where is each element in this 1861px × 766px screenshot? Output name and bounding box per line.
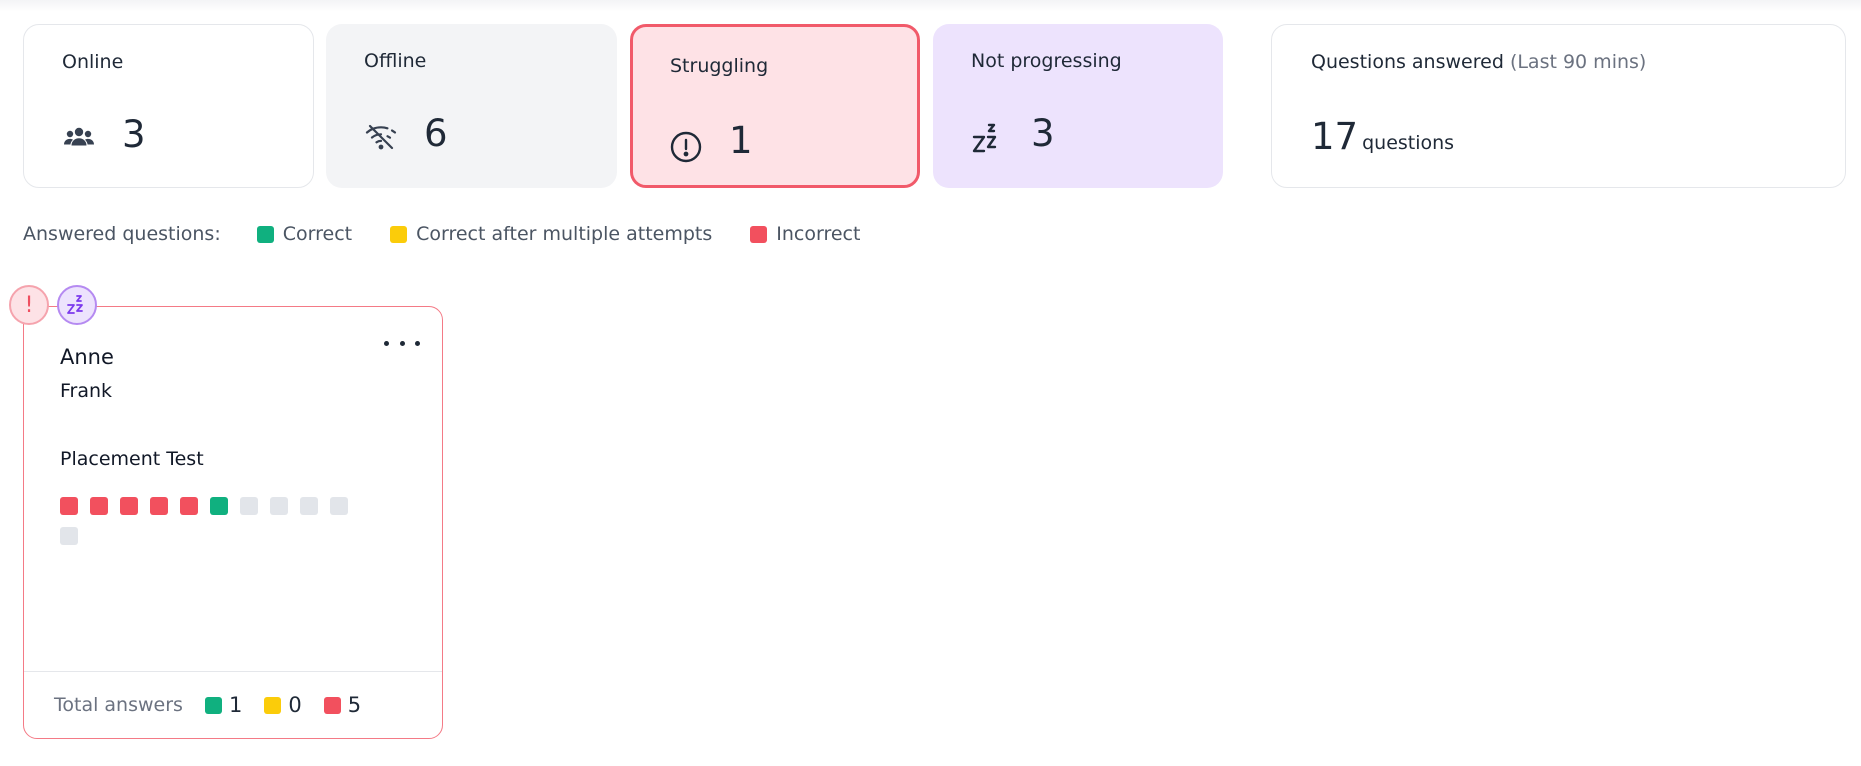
incorrect-swatch [323,696,341,714]
incorrect-swatch [750,225,768,243]
partial-swatch [390,225,408,243]
question-status-incorrect[interactable] [150,497,168,515]
questions-count: 17 [1311,115,1359,158]
struggling-label: Struggling [670,55,769,77]
struggling-count: 1 [729,119,753,162]
legend-item-partial: Correct after multiple attempts [390,223,712,245]
more-options-button[interactable] [384,333,420,353]
online-stat-card[interactable]: Online 3 [23,24,314,188]
question-status-incorrect[interactable] [90,497,108,515]
legend-item-correct: Correct [256,223,353,245]
offline-count: 6 [424,112,448,155]
assignment-title: Placement Test [60,448,204,470]
online-count: 3 [122,113,146,156]
not-progressing-label: Not progressing [971,50,1122,72]
offline-label: Offline [364,50,427,72]
partial-count: 0 [264,693,302,717]
struggling-stat-card[interactable]: Struggling 1 [630,24,920,188]
not-progressing-count: 3 [1031,112,1055,155]
struggling-badge-icon: ! [9,285,49,325]
more-dot [415,340,420,346]
student-card[interactable]: Anne Frank Placement Test Total answers … [23,306,443,739]
alert-circle-icon [669,130,703,164]
card-footer: Total answers 1 0 5 [24,671,442,738]
questions-answered-card: Questions answered (Last 90 mins) 17 ques… [1271,24,1846,188]
question-status-unanswered[interactable] [240,497,258,515]
answer-legend: Answered questions: Correct Correct afte… [23,220,898,248]
questions-answered-title: Questions answered [1311,51,1504,73]
student-first-name: Anne [60,345,114,369]
not-progressing-stat-card[interactable]: Not progressing 3 [933,24,1223,188]
offline-stat-card[interactable]: Offline 6 [326,24,617,188]
question-status-unanswered[interactable] [270,497,288,515]
student-last-name: Frank [60,380,113,402]
sleep-badge-icon [57,285,97,325]
question-status-correct[interactable] [210,497,228,515]
question-status-unanswered[interactable] [60,527,78,545]
legend-item-incorrect: Incorrect [750,223,860,245]
sleep-icon [971,120,1005,154]
online-label: Online [62,51,124,73]
incorrect-count-value: 5 [347,693,362,717]
total-answers-label: Total answers [54,694,183,716]
incorrect-count: 5 [323,693,362,717]
question-status-incorrect[interactable] [120,497,138,515]
correct-count-value: 1 [228,693,243,717]
correct-swatch [256,225,274,243]
more-dot [399,340,405,346]
legend-label-incorrect: Incorrect [776,223,861,245]
legend-title: Answered questions: [23,223,221,245]
question-status-unanswered[interactable] [300,497,318,515]
questions-answered-value: 17 questions [1311,115,1454,158]
users-icon [62,121,96,155]
partial-count-value: 0 [288,693,302,717]
top-shadow [0,0,1861,12]
question-progress-grid [60,497,365,545]
legend-label-partial: Correct after multiple attempts [416,223,713,245]
questions-unit: questions [1362,132,1455,154]
questions-answered-period: (Last 90 mins) [1509,51,1647,73]
question-status-incorrect[interactable] [180,497,198,515]
correct-count: 1 [204,693,243,717]
correct-swatch [204,696,222,714]
wifi-off-icon [364,120,398,154]
question-status-incorrect[interactable] [60,497,78,515]
more-dot [384,340,389,346]
legend-label-correct: Correct [282,223,353,245]
questions-answered-label: Questions answered (Last 90 mins) [1311,51,1646,73]
partial-swatch [264,696,282,714]
question-status-unanswered[interactable] [330,497,348,515]
